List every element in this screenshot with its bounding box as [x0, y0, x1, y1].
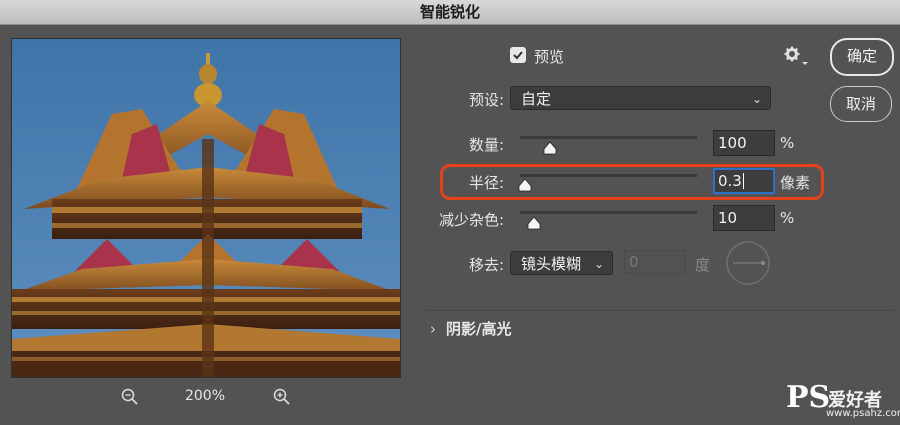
- amount-slider-thumb[interactable]: [543, 140, 557, 155]
- section-divider: [425, 310, 895, 311]
- radius-label: 半径:: [468, 174, 504, 192]
- preset-select[interactable]: 自定 ⌄: [510, 86, 771, 110]
- amount-unit: %: [780, 134, 795, 152]
- cancel-button[interactable]: 取消: [830, 86, 892, 122]
- shadows-highlights-toggle[interactable]: › 阴影/高光: [430, 318, 511, 339]
- angle-input[interactable]: 0: [624, 250, 686, 274]
- radius-slider-track[interactable]: [520, 174, 697, 177]
- reduce-noise-slider-track[interactable]: [520, 211, 697, 214]
- text-cursor: [742, 173, 744, 189]
- preview-label: 预览: [534, 48, 565, 66]
- window-title: 智能锐化: [0, 0, 900, 25]
- gear-icon[interactable]: [784, 46, 800, 66]
- reduce-noise-input[interactable]: 10: [713, 205, 775, 231]
- zoom-in-icon[interactable]: [273, 388, 291, 406]
- shadows-highlights-label: 阴影/高光: [446, 320, 512, 338]
- reduce-noise-unit: %: [780, 209, 795, 227]
- angle-unit: 度: [695, 256, 711, 274]
- ok-button[interactable]: 确定: [830, 38, 894, 76]
- radius-unit: 像素: [780, 174, 811, 192]
- preview-checkbox[interactable]: [510, 47, 526, 63]
- remove-label: 移去:: [468, 256, 504, 274]
- pagoda-photo: [12, 39, 400, 377]
- reduce-noise-slider-thumb[interactable]: [527, 215, 541, 230]
- zoom-level: 200%: [184, 388, 226, 404]
- amount-slider-track[interactable]: [520, 136, 697, 139]
- radius-slider-thumb[interactable]: [518, 177, 532, 192]
- watermark-logo: PS 爱好者 www.psahz.com: [786, 380, 900, 422]
- chevron-right-icon: ›: [430, 320, 436, 338]
- reduce-noise-label: 减少杂色:: [438, 211, 504, 229]
- remove-value: 镜头模糊: [521, 255, 582, 273]
- preview-image[interactable]: [11, 38, 401, 378]
- watermark-url: www.psahz.com: [826, 408, 900, 419]
- radius-value: 0.3: [718, 172, 742, 190]
- chevron-down-icon: ⌄: [593, 257, 604, 271]
- watermark-ps: PS: [786, 380, 831, 415]
- preset-label: 预设:: [468, 91, 504, 109]
- radius-input[interactable]: 0.3: [713, 168, 775, 194]
- amount-label: 数量:: [468, 136, 504, 154]
- gear-caret-icon: [802, 62, 808, 65]
- amount-input[interactable]: 100: [713, 130, 775, 156]
- remove-select[interactable]: 镜头模糊 ⌄: [510, 251, 613, 275]
- checkmark-icon: [513, 51, 523, 60]
- angle-dial[interactable]: [725, 240, 771, 286]
- zoom-out-icon[interactable]: [121, 388, 139, 406]
- preset-value: 自定: [521, 90, 552, 108]
- chevron-down-icon: ⌄: [751, 92, 762, 106]
